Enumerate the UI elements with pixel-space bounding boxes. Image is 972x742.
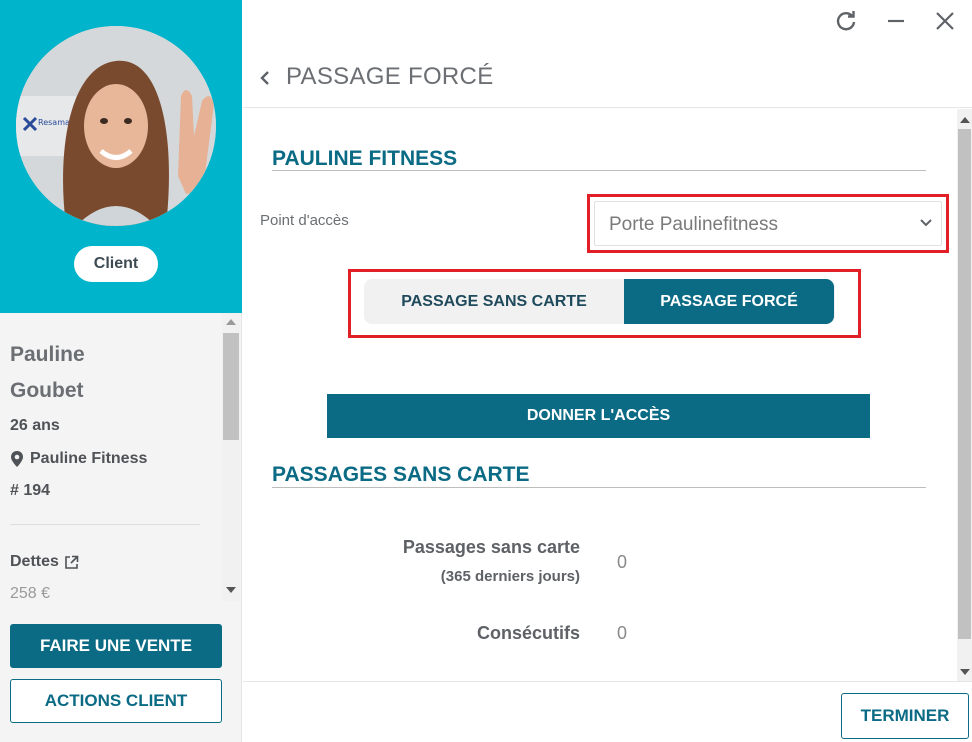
profile-header: Resama Client	[0, 0, 242, 313]
client-age: 26 ans	[10, 417, 60, 434]
passage-sans-carte-option[interactable]: PASSAGE SANS CARTE	[364, 279, 624, 324]
passage-force-option[interactable]: PASSAGE FORCÉ	[624, 279, 834, 324]
location-pin-icon	[11, 451, 23, 467]
club-section-title: PAULINE FITNESS	[272, 147, 458, 170]
minimize-button[interactable]	[883, 8, 909, 34]
access-point-highlight: Porte Paulinefitness	[587, 194, 949, 253]
access-point-select[interactable]: Porte Paulinefitness	[594, 201, 942, 246]
debts-label: Dettes	[10, 553, 59, 570]
scrollbar-thumb[interactable]	[958, 129, 971, 639]
scroll-down-arrow-icon[interactable]	[226, 587, 236, 593]
access-point-value: Porte Paulinefitness	[609, 214, 778, 235]
scroll-up-arrow-icon[interactable]	[226, 319, 236, 325]
avatar: Resama	[16, 26, 216, 226]
client-last-name: Goubet	[10, 379, 84, 402]
sidebar-scrollbar[interactable]	[222, 313, 240, 601]
minimize-icon	[888, 19, 904, 23]
access-point-label: Point d'accès	[260, 212, 349, 229]
page-header: PASSAGE FORCÉ	[243, 48, 972, 108]
scroll-up-arrow-icon[interactable]	[960, 117, 970, 123]
passages-period-label: (365 derniers jours)	[440, 568, 580, 585]
content-scrollbar[interactable]	[957, 109, 972, 681]
chevron-down-icon	[920, 219, 932, 227]
grant-access-button[interactable]: DONNER L'ACCÈS	[327, 394, 870, 438]
external-link-icon[interactable]	[64, 555, 79, 570]
page-title: PASSAGE FORCÉ	[286, 63, 494, 90]
passage-mode-toggle: PASSAGE SANS CARTE PASSAGE FORCÉ	[364, 279, 835, 324]
content-area: PAULINE FITNESS Point d'accès Porte Paul…	[243, 109, 972, 681]
finish-button[interactable]: TERMINER	[841, 693, 969, 739]
close-icon	[936, 12, 954, 30]
passages-section-title: PASSAGES SANS CARTE	[272, 463, 530, 486]
passages-sans-carte-label: Passages sans carte	[402, 537, 580, 557]
client-actions-button[interactable]: ACTIONS CLIENT	[10, 679, 222, 723]
consecutive-value: 0	[617, 623, 628, 643]
client-club-name: Pauline Fitness	[30, 450, 148, 467]
make-sale-button[interactable]: FAIRE UNE VENTE	[10, 624, 222, 668]
footer-bar: TERMINER	[243, 681, 972, 742]
consecutive-label: Consécutifs	[476, 623, 580, 643]
client-profile-panel: Pauline Goubet 26 ans Pauline Fitness # …	[0, 313, 222, 601]
refresh-button[interactable]	[833, 8, 859, 34]
close-button[interactable]	[932, 8, 958, 34]
scroll-down-arrow-icon[interactable]	[960, 669, 970, 675]
main-panel: PASSAGE FORCÉ PAULINE FITNESS Point d'ac…	[243, 0, 972, 742]
scrollbar-thumb[interactable]	[223, 333, 239, 440]
client-member-number: # 194	[10, 482, 51, 499]
section-divider	[272, 170, 926, 171]
debts-link[interactable]: Dettes	[10, 553, 79, 571]
client-sidebar: Resama Client Pauline Goubet 26 ans Paul…	[0, 0, 242, 742]
client-status-badge: Client	[74, 246, 158, 282]
client-first-name: Pauline	[10, 343, 85, 366]
passages-sans-carte-value: 0	[617, 552, 628, 572]
avatar-photo: Resama	[16, 26, 216, 226]
refresh-icon	[836, 11, 856, 31]
debts-value: 258 €	[10, 585, 51, 601]
profile-divider	[10, 524, 200, 525]
avatar-logo-text: Resama	[38, 118, 70, 127]
back-chevron-icon[interactable]	[257, 68, 273, 88]
section-divider	[272, 487, 926, 488]
client-club: Pauline Fitness	[10, 450, 147, 468]
